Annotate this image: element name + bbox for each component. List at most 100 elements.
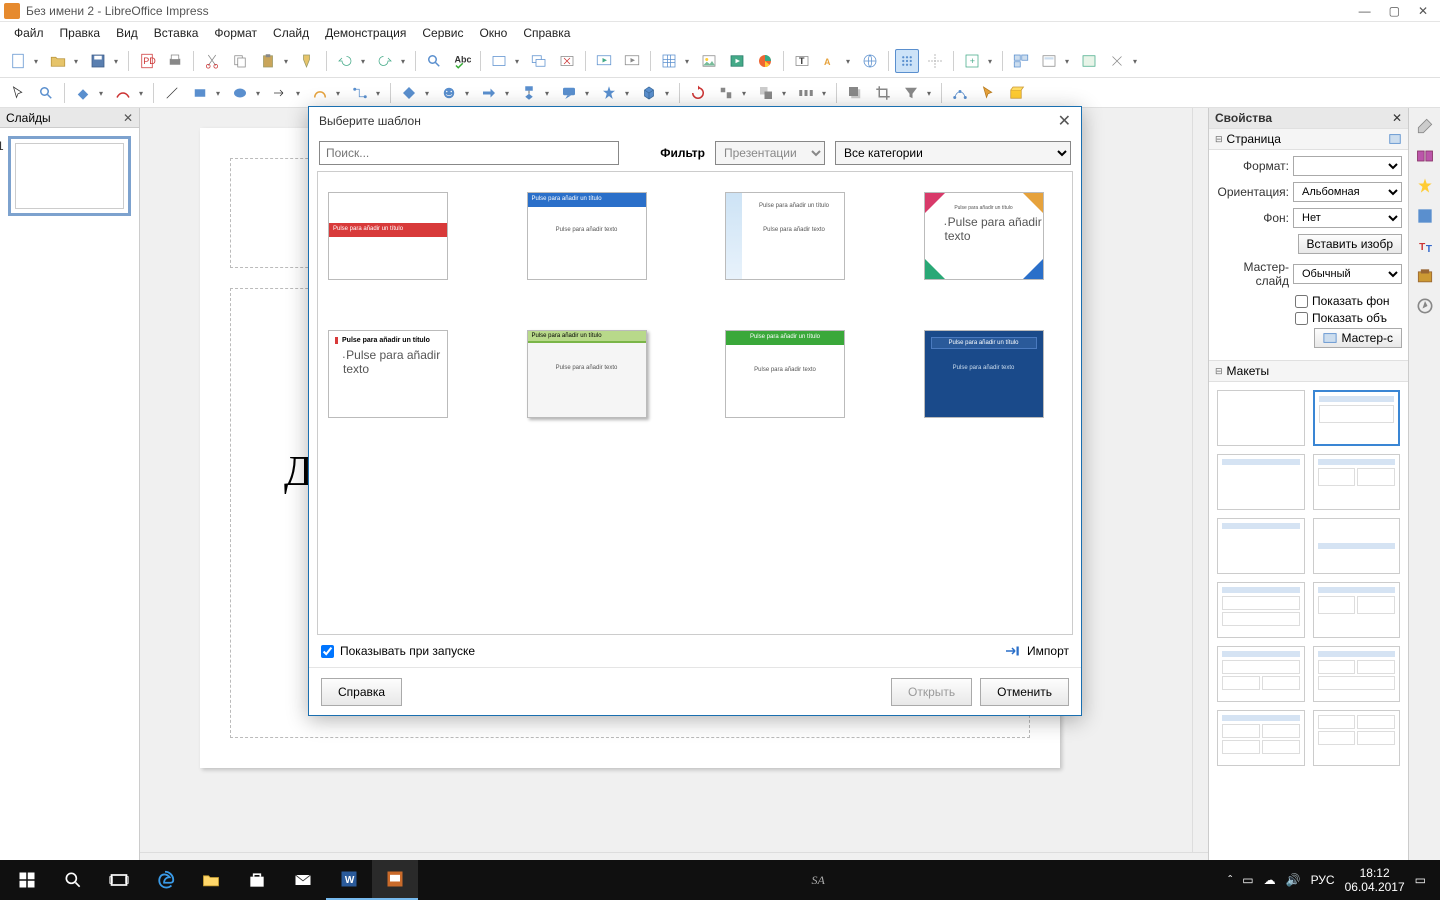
orientation-select[interactable]: Альбомная	[1293, 182, 1402, 202]
insert-fontwork-button[interactable]: A	[818, 49, 842, 73]
layout-title-only[interactable]	[1217, 454, 1305, 510]
save-button[interactable]	[86, 49, 110, 73]
grid-toggle-button[interactable]	[895, 49, 919, 73]
line-color-button[interactable]	[111, 81, 135, 105]
menu-edit[interactable]: Правка	[54, 24, 107, 42]
tray-volume-icon[interactable]: 🔊	[1286, 873, 1301, 887]
block-arrows-tool[interactable]	[477, 81, 501, 105]
tray-notifications-icon[interactable]: ▭	[1415, 873, 1426, 887]
insert-slide-button[interactable]	[487, 49, 511, 73]
undo-button[interactable]	[333, 49, 357, 73]
copy-button[interactable]	[228, 49, 252, 73]
ellipse-tool[interactable]	[228, 81, 252, 105]
callout-tool[interactable]	[557, 81, 581, 105]
impress-icon[interactable]	[372, 860, 418, 900]
format-select[interactable]	[1293, 156, 1402, 176]
menu-help[interactable]: Справка	[517, 24, 576, 42]
template-item[interactable]: Pulse para añadir un título Pulse para a…	[527, 192, 647, 280]
background-select[interactable]: Нет	[1293, 208, 1402, 228]
slides-panel-close-icon[interactable]: ✕	[123, 111, 133, 125]
edge-icon[interactable]	[142, 860, 188, 900]
connector-tool[interactable]	[348, 81, 372, 105]
show-on-start-checkbox[interactable]: Показывать при запуске	[321, 644, 475, 658]
mail-icon[interactable]	[280, 860, 326, 900]
zoom-tool[interactable]	[34, 81, 58, 105]
insert-chart-button[interactable]	[753, 49, 777, 73]
zoom-button[interactable]: +	[960, 49, 984, 73]
gallery-tab-icon[interactable]	[1413, 264, 1437, 288]
insert-media-button[interactable]	[725, 49, 749, 73]
open-button[interactable]	[46, 49, 70, 73]
slide-thumbnail-1[interactable]	[8, 136, 131, 216]
show-obj-checkbox[interactable]	[1295, 312, 1308, 325]
layout-two-content[interactable]	[1313, 454, 1401, 510]
print-button[interactable]	[163, 49, 187, 73]
layout-three-b[interactable]	[1313, 646, 1401, 702]
master-select[interactable]: Обычный	[1293, 264, 1402, 284]
tray-network-icon[interactable]: ▭	[1242, 873, 1253, 887]
layout-two-row[interactable]	[1217, 582, 1305, 638]
new-button[interactable]	[6, 49, 30, 73]
layout-title-content[interactable]	[1313, 390, 1401, 446]
close-master-button[interactable]	[1105, 49, 1129, 73]
layout-blank[interactable]	[1217, 390, 1305, 446]
slide-transition-tab-icon[interactable]	[1413, 144, 1437, 168]
tray-onedrive-icon[interactable]: ☁	[1264, 873, 1276, 887]
filter-category-select[interactable]: Все категории	[835, 141, 1071, 165]
export-pdf-button[interactable]: PDF	[135, 49, 159, 73]
close-button[interactable]: ✕	[1418, 4, 1428, 18]
import-button[interactable]: Импорт	[1003, 642, 1069, 660]
delete-slide-button[interactable]	[555, 49, 579, 73]
master-slides-button[interactable]: Мастер-с	[1314, 328, 1402, 348]
template-item[interactable]: Pulse para añadir un título Pulse para a…	[725, 330, 845, 418]
rectangle-tool[interactable]	[188, 81, 212, 105]
redo-button[interactable]	[373, 49, 397, 73]
insert-hyperlink-button[interactable]	[858, 49, 882, 73]
properties-tab-icon[interactable]	[1413, 114, 1437, 138]
line-tool[interactable]	[160, 81, 184, 105]
animation-tab-icon[interactable]	[1413, 174, 1437, 198]
menu-view[interactable]: Вид	[110, 24, 144, 42]
menu-slideshow[interactable]: Демонстрация	[319, 24, 412, 42]
properties-close-icon[interactable]: ✕	[1392, 111, 1402, 125]
rotate-tool[interactable]	[686, 81, 710, 105]
template-item[interactable]: Pulse para añadir un título • Pulse para…	[924, 192, 1044, 280]
minimize-button[interactable]: —	[1359, 4, 1371, 18]
dialog-close-icon[interactable]: ✕	[1058, 111, 1071, 131]
flowchart-tool[interactable]	[517, 81, 541, 105]
shadow-button[interactable]	[843, 81, 867, 105]
stars-tool[interactable]	[597, 81, 621, 105]
layout-title[interactable]	[1217, 518, 1305, 574]
open-button[interactable]: Открыть	[891, 678, 972, 706]
slide-layout-button[interactable]	[1037, 49, 1061, 73]
menu-window[interactable]: Окно	[473, 24, 513, 42]
master-tab-icon[interactable]	[1413, 204, 1437, 228]
gluepoints-button[interactable]	[976, 81, 1000, 105]
menu-tools[interactable]: Сервис	[416, 24, 469, 42]
find-button[interactable]	[422, 49, 446, 73]
menu-format[interactable]: Формат	[208, 24, 263, 42]
search-icon[interactable]	[50, 860, 96, 900]
menu-slide[interactable]: Слайд	[267, 24, 315, 42]
arrange-tool[interactable]	[754, 81, 778, 105]
layout-six[interactable]	[1313, 710, 1401, 766]
fill-color-button[interactable]	[71, 81, 95, 105]
filter-type-select[interactable]: Презентации	[715, 141, 825, 165]
insert-image-button[interactable]: Вставить изобр	[1298, 234, 1403, 254]
layout-centered[interactable]	[1313, 518, 1401, 574]
vertical-scrollbar[interactable]	[1192, 108, 1208, 852]
points-button[interactable]	[948, 81, 972, 105]
menu-file[interactable]: Файл	[8, 24, 50, 42]
clone-format-button[interactable]	[296, 49, 320, 73]
arrow-tool[interactable]	[268, 81, 292, 105]
select-tool[interactable]	[6, 81, 30, 105]
start-slideshow-button[interactable]	[592, 49, 616, 73]
duplicate-slide-button[interactable]	[527, 49, 551, 73]
cancel-button[interactable]: Отменить	[980, 678, 1069, 706]
tray-language[interactable]: РУС	[1311, 873, 1335, 887]
snap-guides-button[interactable]	[923, 49, 947, 73]
tray-clock[interactable]: 18:12 06.04.2017	[1345, 866, 1405, 895]
paste-button[interactable]	[256, 49, 280, 73]
align-tool[interactable]	[714, 81, 738, 105]
basic-shapes-tool[interactable]	[397, 81, 421, 105]
